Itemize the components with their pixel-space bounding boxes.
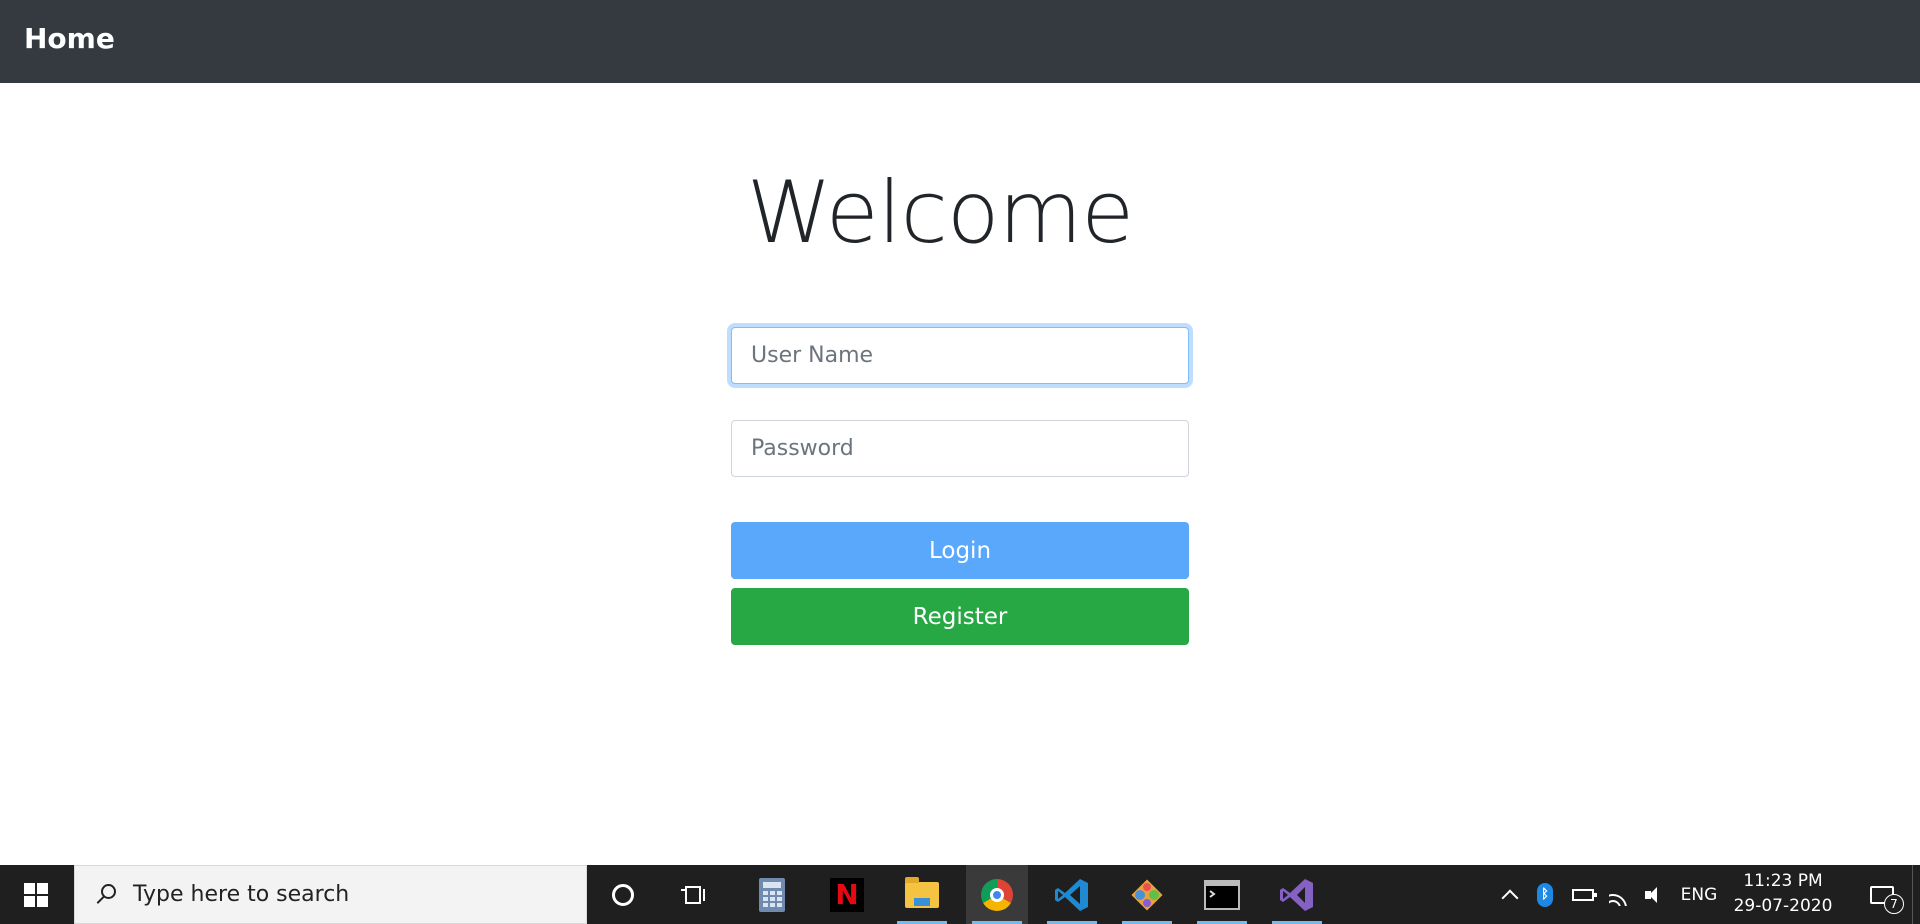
battery-tray[interactable] (1566, 865, 1600, 924)
action-center-button[interactable]: 7 (1856, 865, 1908, 924)
bluetooth-tray[interactable]: ᛒ (1530, 865, 1560, 924)
battery-icon (1572, 888, 1597, 901)
file-explorer-app[interactable] (891, 865, 953, 924)
task-view-button[interactable] (664, 865, 726, 924)
volume-tray[interactable] (1640, 865, 1674, 924)
password-input[interactable] (731, 420, 1189, 477)
git-icon (1131, 878, 1163, 911)
windows-logo-icon (24, 882, 48, 907)
taskbar-clock[interactable]: 11:23 PM 29-07-2020 (1728, 869, 1838, 919)
search-placeholder: Type here to search (133, 882, 350, 907)
chrome-app[interactable] (966, 865, 1028, 924)
start-button[interactable] (0, 865, 72, 924)
chevron-up-icon (1501, 889, 1519, 906)
language-indicator[interactable]: ENG (1678, 865, 1720, 924)
home-link[interactable]: Home (24, 22, 115, 55)
wifi-tray[interactable] (1604, 865, 1636, 924)
show-hidden-icons-button[interactable] (1496, 865, 1524, 924)
windows-taskbar: Type here to search N ᛒ ENG 11:23 PM 29-… (0, 865, 1920, 924)
netflix-icon: N (830, 877, 864, 912)
terminal-app[interactable] (1191, 865, 1253, 924)
login-button[interactable]: Login (731, 522, 1189, 579)
visual-studio-icon (1280, 878, 1313, 911)
vscode-app[interactable] (1041, 865, 1103, 924)
taskbar-search-box[interactable]: Type here to search (74, 865, 587, 924)
calculator-app[interactable] (741, 865, 803, 924)
visual-studio-app[interactable] (1266, 865, 1328, 924)
cortana-button[interactable] (592, 865, 654, 924)
clock-time: 11:23 PM (1743, 871, 1823, 891)
netflix-app[interactable]: N (816, 865, 878, 924)
terminal-icon (1204, 879, 1240, 910)
notification-count-badge: 7 (1884, 893, 1904, 914)
username-input[interactable] (731, 327, 1189, 384)
clock-date: 29-07-2020 (1733, 896, 1833, 916)
page-title: Welcome (746, 163, 1134, 263)
chrome-icon (981, 878, 1013, 911)
speaker-icon (1645, 885, 1669, 905)
login-page: Welcome Login Register (0, 83, 1920, 865)
show-desktop-button[interactable] (1912, 865, 1920, 924)
vscode-icon (1055, 878, 1088, 911)
file-explorer-icon (905, 876, 939, 908)
bluetooth-icon: ᛒ (1537, 882, 1553, 907)
top-navbar: Home (0, 0, 1920, 83)
task-view-icon (681, 883, 709, 907)
calculator-icon (759, 877, 785, 912)
notification-icon: 7 (1870, 885, 1904, 914)
git-app[interactable] (1116, 865, 1178, 924)
wifi-icon (1609, 884, 1631, 906)
register-button[interactable]: Register (731, 588, 1189, 645)
cortana-icon (612, 883, 634, 906)
search-icon (93, 882, 119, 908)
